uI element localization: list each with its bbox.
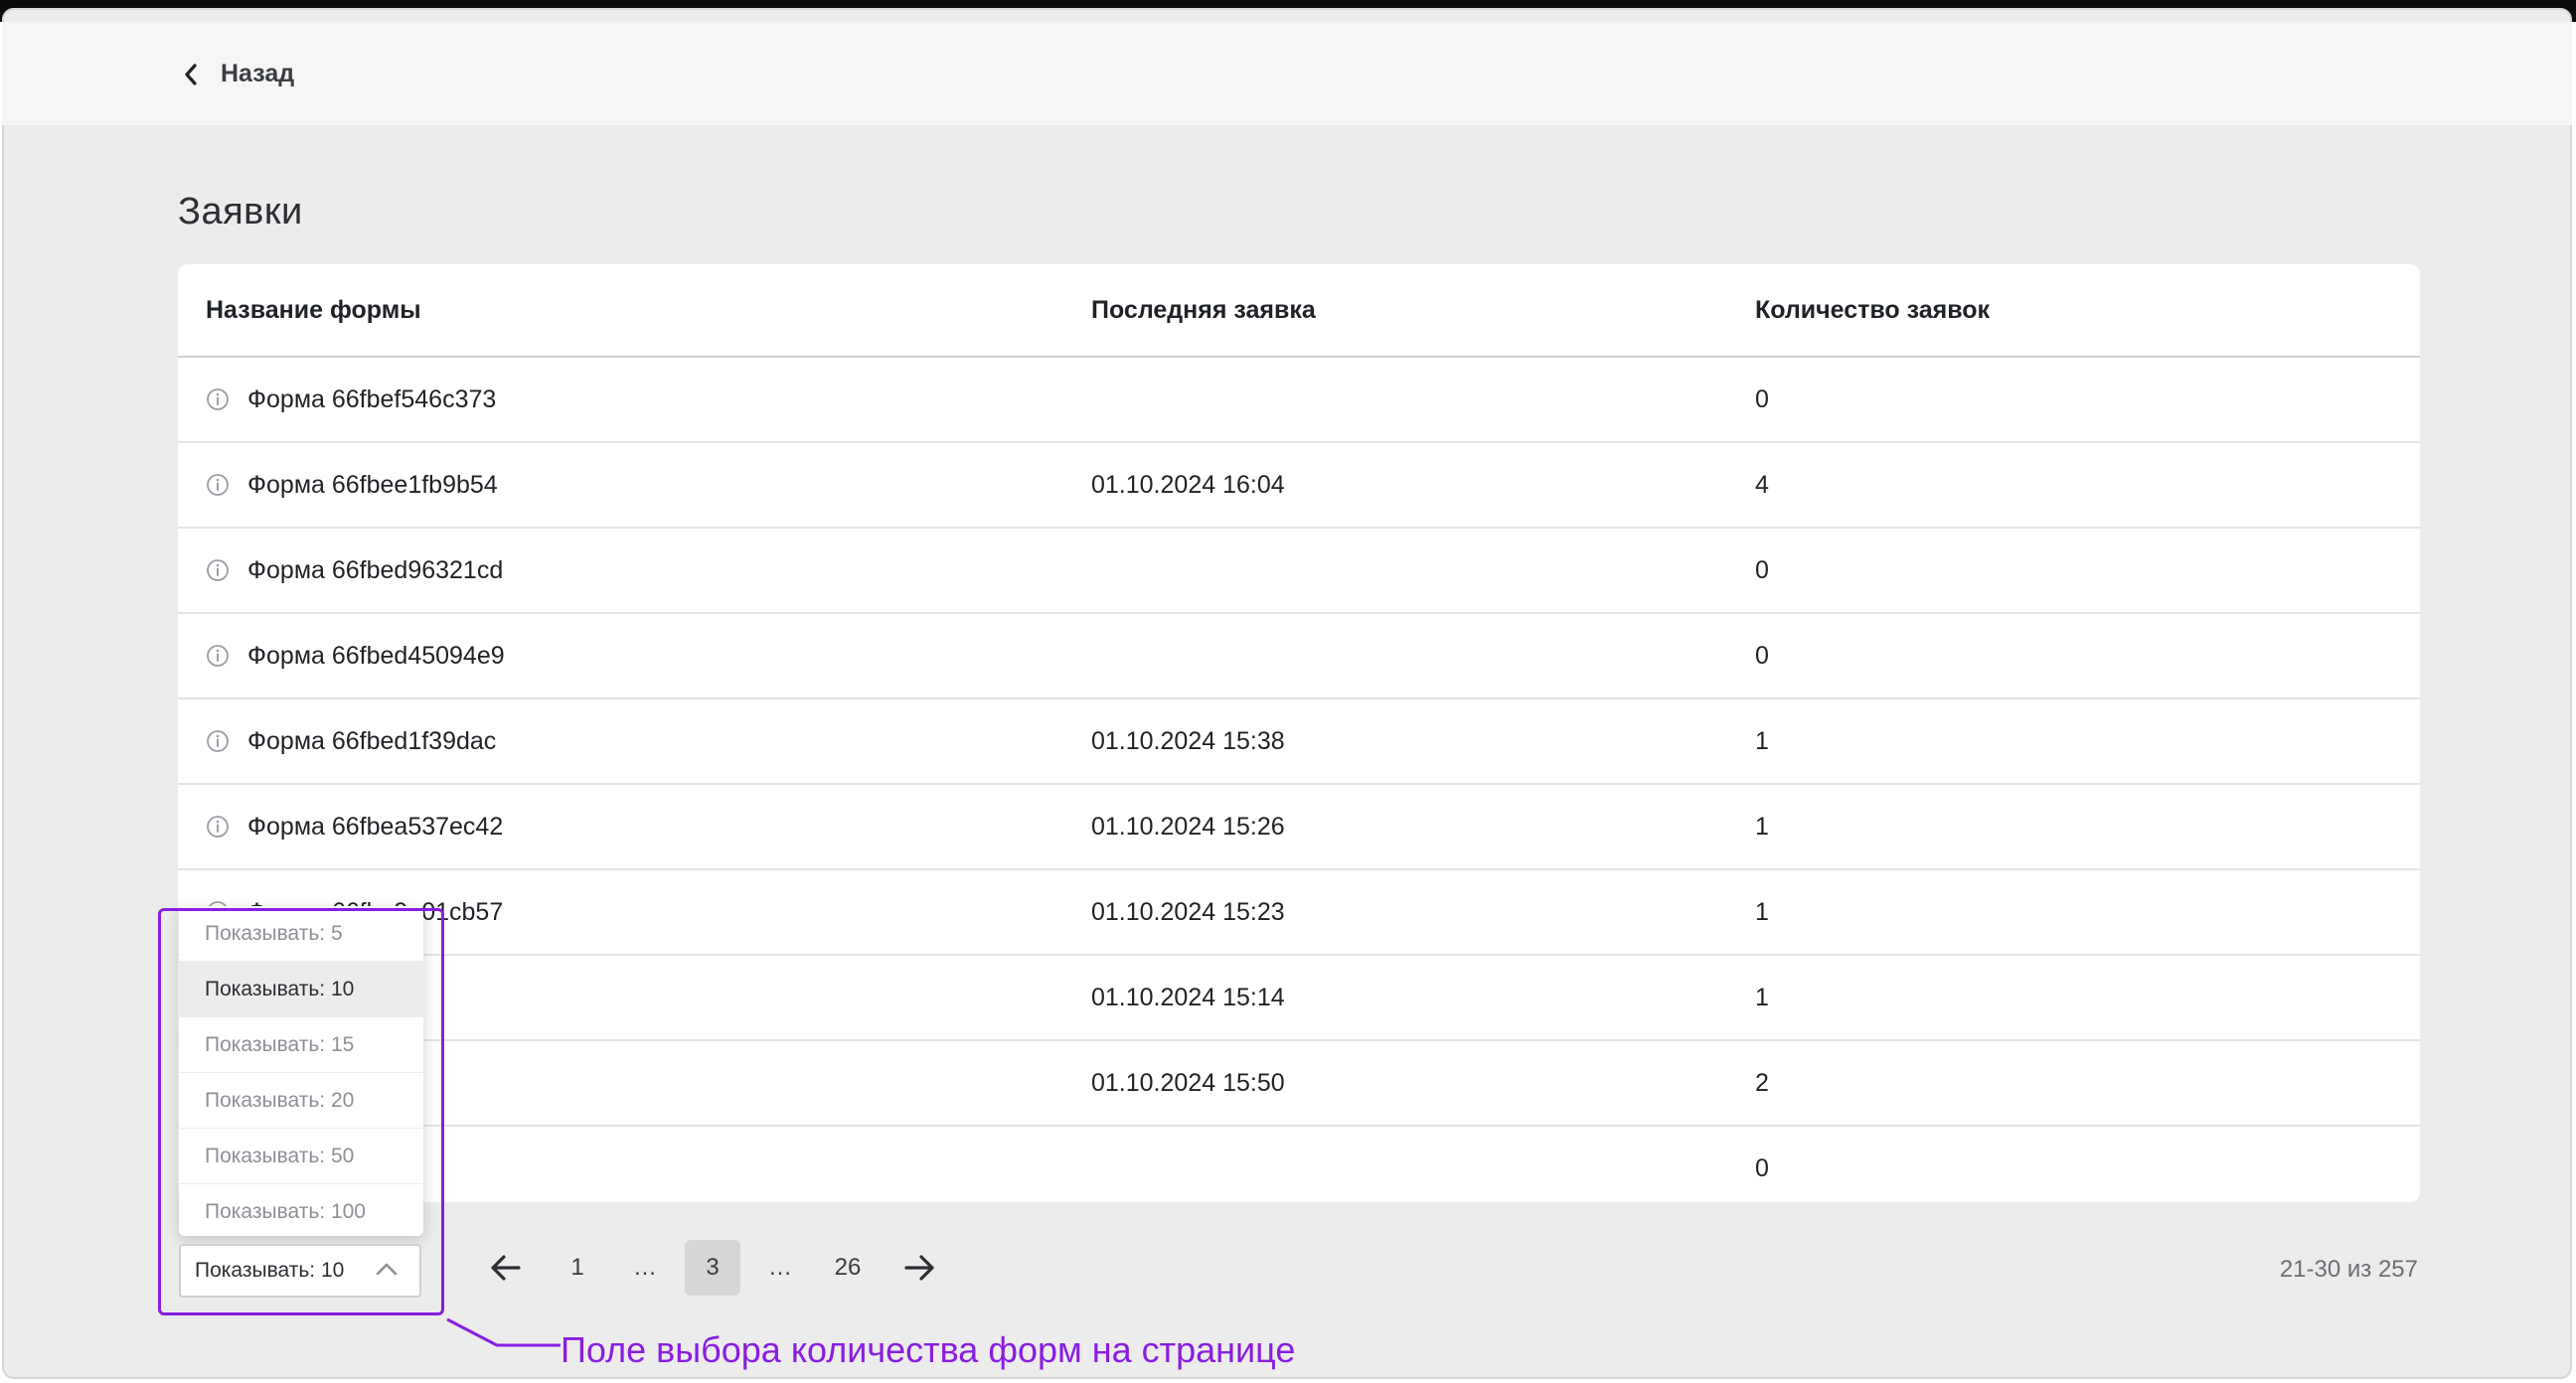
form-name[interactable]: Форма 66fbed45094e9: [247, 642, 505, 670]
cell-request-count: 0: [1755, 556, 1769, 584]
cell-form-name: Форма 66fbed1f39dac: [206, 699, 496, 783]
table-row[interactable]: Форма 66fbef546c373 0: [178, 358, 2420, 443]
back-label: Назад: [221, 60, 295, 87]
table-row[interactable]: 22f555 01.10.2024 15:50 2: [178, 1041, 2420, 1127]
page-list: 1 … 3 … 26: [550, 1240, 876, 1296]
page-size-option[interactable]: Показывать: 20: [179, 1073, 423, 1129]
page-size-option[interactable]: Показывать: 10: [179, 962, 423, 1017]
chevron-up-icon: [376, 1263, 398, 1276]
cell-last-request: 01.10.2024 15:26: [1091, 813, 1285, 841]
cell-form-name: Форма 66fbed96321cd: [206, 529, 503, 612]
back-button[interactable]: Назад: [183, 60, 294, 88]
table-row[interactable]: Форма 66fbed96321cd 0: [178, 529, 2420, 614]
cell-last-request: 01.10.2024 16:04: [1091, 471, 1285, 499]
page-size-select[interactable]: Показывать: 10: [179, 1244, 421, 1298]
next-page-button[interactable]: [889, 1238, 949, 1298]
cell-request-count: 2: [1755, 1069, 1769, 1097]
cell-request-count: 1: [1755, 813, 1769, 841]
table-row[interactable]: Форма 66fbee1fb9b54 01.10.2024 16:04 4: [178, 443, 2420, 529]
cell-last-request: 01.10.2024 15:23: [1091, 898, 1285, 926]
form-name[interactable]: Форма 66fbed1f39dac: [247, 727, 496, 755]
column-header-request-count[interactable]: Количество заявок: [1755, 264, 1990, 356]
table-row[interactable]: Форма 66fbed1f39dac 01.10.2024 15:38 1: [178, 699, 2420, 785]
table-row[interactable]: Форма 66fbea537ec42 01.10.2024 15:26 1: [178, 785, 2420, 870]
chevron-left-icon: [185, 63, 197, 85]
form-name[interactable]: Форма 66fbea537ec42: [247, 813, 503, 841]
form-name[interactable]: Форма 66fbef546c373: [247, 385, 496, 413]
page-size-option[interactable]: Показывать: 5: [179, 906, 423, 962]
top-bar: Назад: [2, 22, 2572, 125]
forms-table: Название формы Последняя заявка Количест…: [178, 264, 2420, 1202]
column-header-last-request[interactable]: Последняя заявка: [1091, 264, 1316, 356]
cell-form-name: Форма 66fbed45094e9: [206, 614, 505, 697]
cell-request-count: 1: [1755, 898, 1769, 926]
pagination-ellipsis: …: [768, 1254, 792, 1281]
form-name[interactable]: Форма 66fbed96321cd: [247, 556, 503, 584]
arrow-right-icon: [904, 1255, 934, 1281]
pagination-range: 21-30 из 257: [2279, 1256, 2418, 1283]
table-row[interactable]: Форма 66fbed45094e9 0: [178, 614, 2420, 699]
cell-request-count: 4: [1755, 471, 1769, 499]
annotation-callout-line: [446, 1317, 561, 1347]
page-size-dropdown-menu: Показывать: 5 Показывать: 10 Показывать: 1…: [179, 906, 423, 1236]
table-row[interactable]: Форма 66fbe9e01cb57 01.10.2024 15:23 1: [178, 870, 2420, 956]
cell-request-count: 0: [1755, 642, 1769, 670]
cell-request-count: 1: [1755, 727, 1769, 755]
cell-request-count: 0: [1755, 1154, 1769, 1182]
pagination-ellipsis: …: [633, 1254, 657, 1281]
page-size-option[interactable]: Показывать: 50: [179, 1129, 423, 1184]
cell-form-name: Форма 66fbee1fb9b54: [206, 443, 498, 527]
table-row[interactable]: ы 01.10.2024 15:14 1: [178, 956, 2420, 1041]
page-size-option[interactable]: Показывать: 15: [179, 1017, 423, 1073]
table-row[interactable]: 22353f7 0: [178, 1127, 2420, 1202]
cell-form-name: Форма 66fbea537ec42: [206, 785, 503, 868]
app-frame: Назад Заявки Название формы Последняя за…: [2, 8, 2572, 1379]
column-header-form-name[interactable]: Название формы: [206, 264, 421, 356]
arrow-left-icon: [491, 1255, 521, 1281]
table-body: Форма 66fbef546c373 0 Форма 66fbee1fb9b5…: [178, 358, 2420, 1202]
cell-last-request: 01.10.2024 15:38: [1091, 727, 1285, 755]
annotation-callout-text: Поле выбора количества форм на странице: [561, 1329, 1296, 1370]
form-name[interactable]: Форма 66fbee1fb9b54: [247, 471, 498, 499]
cell-last-request: 01.10.2024 15:50: [1091, 1069, 1285, 1097]
table-header: Название формы Последняя заявка Количест…: [178, 264, 2420, 358]
page-title: Заявки: [178, 191, 303, 232]
page-number-button[interactable]: 1: [550, 1240, 605, 1296]
page-number-button[interactable]: 3: [685, 1240, 740, 1296]
cell-request-count: 1: [1755, 984, 1769, 1011]
page-number-button[interactable]: 26: [820, 1240, 876, 1296]
cell-form-name: Форма 66fbef546c373: [206, 358, 496, 441]
pagination: 1 … 3 … 26: [476, 1238, 949, 1298]
cell-request-count: 0: [1755, 385, 1769, 413]
prev-page-button[interactable]: [476, 1238, 536, 1298]
page-size-option[interactable]: Показывать: 100: [179, 1184, 423, 1236]
page-size-value: Показывать: 10: [195, 1259, 345, 1282]
cell-last-request: 01.10.2024 15:14: [1091, 984, 1285, 1011]
